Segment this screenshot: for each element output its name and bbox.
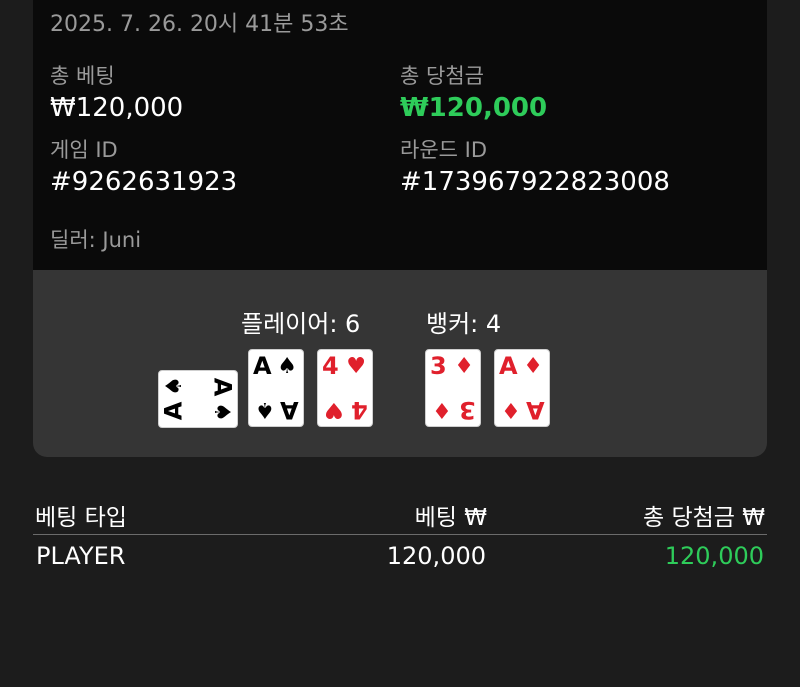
spade-icon: ♠: [161, 376, 187, 396]
game-id-value: #9262631923: [50, 167, 238, 197]
heart-icon: ♥: [346, 354, 366, 379]
card-rank: A: [253, 352, 272, 380]
card-rank: A: [280, 396, 299, 424]
card-rank: A: [526, 396, 545, 424]
total-bet-label: 총 베팅: [50, 64, 115, 88]
header-bet-amount: 베팅 ₩: [414, 505, 487, 531]
card-rank: A: [208, 377, 237, 397]
dealer-name: 딜러: Juni: [50, 228, 142, 252]
round-datetime: 2025. 7. 26. 20시 41분 53초: [50, 12, 349, 37]
card-rank: 4: [351, 396, 368, 424]
card-rank: 4: [322, 352, 339, 380]
spade-icon: ♠: [209, 402, 235, 422]
table-divider: [33, 534, 767, 535]
player-card-2: A ♠ ♠ A: [248, 349, 304, 427]
row-bet-amount: 120,000: [386, 542, 486, 570]
spade-icon: ♠: [277, 354, 297, 379]
card-rank: 3: [430, 352, 447, 380]
game-id-label: 게임 ID: [50, 138, 118, 162]
total-win-label: 총 당첨금: [400, 64, 484, 88]
spade-icon: ♠: [255, 397, 275, 422]
row-bet-type: PLAYER: [36, 542, 126, 570]
diamond-icon: ♦: [454, 354, 474, 379]
total-bet-value: ₩120,000: [50, 93, 184, 123]
round-id-value: #173967922823008: [400, 167, 670, 197]
header-total-win: 총 당첨금 ₩: [642, 505, 765, 531]
player-score-label: 플레이어: 6: [241, 310, 361, 338]
banker-card-1: 3 ♦ ♦ 3: [425, 349, 481, 427]
banker-score-label: 뱅커: 4: [426, 310, 502, 338]
banker-card-2: A ♦ ♦ A: [494, 349, 550, 427]
card-rank: 3: [459, 396, 476, 424]
total-win-value: ₩120,000: [400, 93, 548, 123]
cards-panel: 플레이어: 6 뱅커: 4 A ♠ A ♠ A ♠ ♠ A 4 ♥ ♥ 4 3 …: [33, 270, 767, 457]
card-rank: A: [499, 352, 518, 380]
row-total-win: 120,000: [664, 542, 764, 570]
diamond-icon: ♦: [501, 397, 521, 422]
heart-icon: ♥: [324, 397, 344, 422]
diamond-icon: ♦: [523, 354, 543, 379]
card-rank: A: [159, 401, 188, 421]
header-bet-type: 베팅 타입: [35, 505, 127, 531]
round-id-label: 라운드 ID: [400, 138, 487, 162]
player-card-3: 4 ♥ ♥ 4: [317, 349, 373, 427]
player-card-1: A ♠ A ♠: [158, 370, 238, 428]
diamond-icon: ♦: [432, 397, 452, 422]
round-summary-panel: 2025. 7. 26. 20시 41분 53초 총 베팅 ₩120,000 총…: [33, 0, 767, 270]
